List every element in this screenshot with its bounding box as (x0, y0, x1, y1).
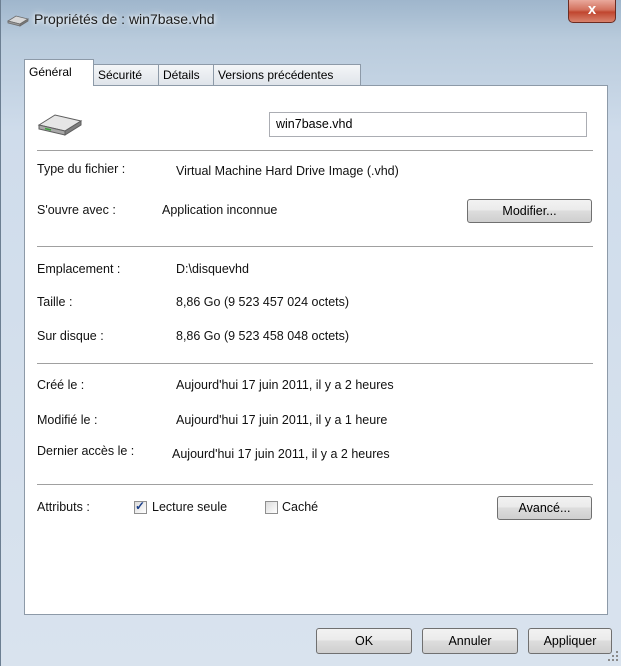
readonly-label[interactable]: Lecture seule (152, 500, 227, 514)
tab-general[interactable]: Général (24, 59, 94, 86)
hard-drive-icon (7, 15, 29, 27)
file-type-label: Type du fichier : (37, 162, 126, 176)
divider (37, 246, 593, 247)
created-label: Créé le : (37, 378, 85, 392)
modified-label: Modifié le : (37, 413, 98, 427)
size-label: Taille : (37, 295, 73, 309)
file-type-value: Virtual Machine Hard Drive Image (.vhd) (176, 164, 399, 178)
close-icon: x (587, 1, 597, 18)
tab-previous-versions[interactable]: Versions précédentes (213, 64, 361, 85)
opens-with-label: S'ouvre avec : (37, 203, 116, 217)
location-label: Emplacement : (37, 262, 121, 276)
readonly-checkbox[interactable]: ✓ (134, 499, 147, 514)
general-panel: win7base.vhd Type du fichier : Virtual M… (24, 85, 608, 615)
tab-general-label: Général (29, 65, 72, 79)
modified-value: Aujourd'hui 17 juin 2011, il y a 1 heure (176, 413, 388, 427)
tab-details-label: Détails (163, 68, 200, 82)
window-title: Propriétés de : win7base.vhd (34, 11, 215, 27)
size-value: 8,86 Go (9 523 457 024 octets) (176, 295, 350, 309)
hidden-checkbox[interactable] (265, 501, 278, 514)
accessed-value: Aujourd'hui 17 juin 2011, il y a 2 heure… (172, 447, 390, 461)
opens-with-value: Application inconnue (162, 203, 278, 217)
tab-security[interactable]: Sécurité (93, 64, 159, 85)
location-value: D:\disquevhd (176, 262, 249, 276)
tab-security-label: Sécurité (98, 68, 143, 82)
size-on-disk-label: Sur disque : (37, 329, 104, 343)
checkmark-icon: ✓ (135, 499, 146, 513)
tab-details[interactable]: Détails (158, 64, 214, 85)
file-name-field[interactable]: win7base.vhd (269, 112, 587, 137)
accessed-label: Dernier accès le : (37, 444, 135, 458)
ok-button[interactable]: OK (316, 628, 412, 654)
attributes-label: Attributs : (37, 500, 90, 514)
close-button[interactable]: x (568, 0, 616, 23)
hard-drive-icon (37, 114, 83, 136)
tab-previous-versions-label: Versions précédentes (218, 68, 334, 82)
resize-grip-icon[interactable] (607, 650, 619, 662)
divider (37, 150, 593, 151)
title-bar[interactable]: Propriétés de : win7base.vhd x (1, 0, 621, 40)
apply-button[interactable]: Appliquer (528, 628, 612, 654)
modify-button[interactable]: Modifier... (467, 199, 592, 223)
hidden-label[interactable]: Caché (282, 500, 318, 514)
cancel-button[interactable]: Annuler (422, 628, 518, 654)
properties-window: Propriétés de : win7base.vhd x Général S… (0, 0, 621, 666)
advanced-button[interactable]: Avancé... (497, 496, 592, 520)
divider (37, 363, 593, 364)
size-on-disk-value: 8,86 Go (9 523 458 048 octets) (176, 329, 350, 343)
divider (37, 484, 593, 485)
created-value: Aujourd'hui 17 juin 2011, il y a 2 heure… (176, 378, 394, 392)
